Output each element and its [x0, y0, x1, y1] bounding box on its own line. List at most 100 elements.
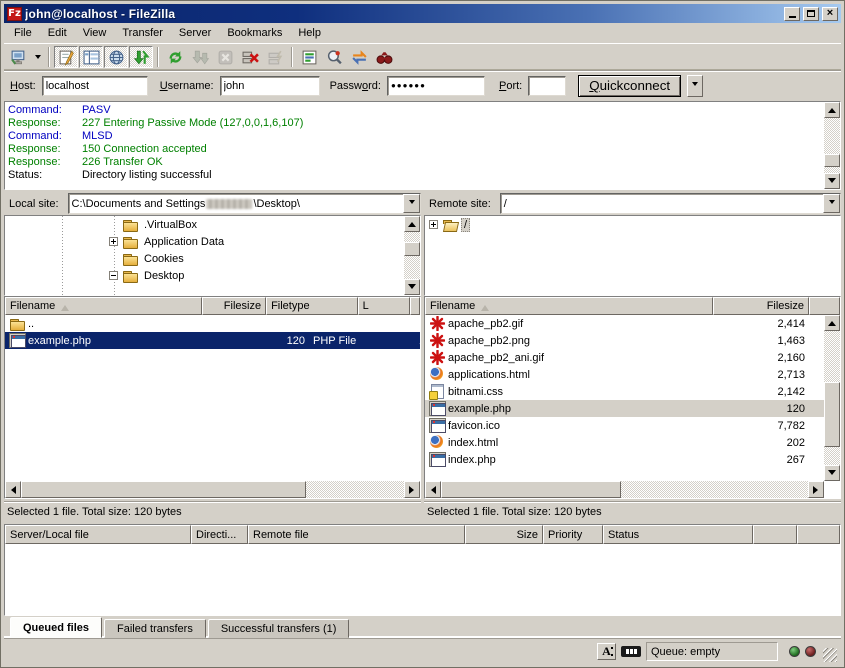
- column-header-remote-file[interactable]: Remote file: [248, 525, 465, 544]
- toggle-log-icon[interactable]: [54, 46, 78, 68]
- find-icon[interactable]: [372, 46, 396, 68]
- toggle-queue-icon[interactable]: [129, 46, 153, 68]
- column-header-filesize[interactable]: Filesize: [713, 297, 809, 315]
- tree-item-label[interactable]: Cookies: [141, 252, 187, 266]
- tree-item-label[interactable]: Application Data: [141, 235, 227, 249]
- menu-item-edit[interactable]: Edit: [40, 25, 75, 42]
- local-site-combobox[interactable]: C:\Documents and Settings\Desktop\: [68, 193, 421, 214]
- compare-icon[interactable]: [322, 46, 346, 68]
- tree-item[interactable]: .VirtualBox: [5, 216, 420, 233]
- column-header-filetype[interactable]: Filetype: [266, 297, 357, 315]
- column-header-size[interactable]: Size: [465, 525, 543, 544]
- column-header-filename[interactable]: Filename: [425, 297, 713, 315]
- password-input[interactable]: [387, 76, 485, 96]
- scrollbar-thumb[interactable]: [441, 481, 621, 498]
- column-header-filesize[interactable]: Filesize: [202, 297, 266, 315]
- data-type-indicator-icon[interactable]: A: [597, 643, 616, 660]
- file-row-..[interactable]: ..: [5, 315, 420, 332]
- tree-item[interactable]: Cookies: [5, 250, 420, 267]
- column-header-directi-[interactable]: Directi...: [191, 525, 248, 544]
- menu-item-transfer[interactable]: Transfer: [114, 25, 171, 42]
- menu-item-help[interactable]: Help: [290, 25, 329, 42]
- tree-item-label[interactable]: .VirtualBox: [141, 218, 200, 232]
- quickconnect-dropdown[interactable]: [687, 75, 703, 97]
- maximize-button[interactable]: [803, 7, 819, 21]
- menu-item-view[interactable]: View: [75, 25, 115, 42]
- expand-icon[interactable]: [109, 237, 118, 246]
- username-input[interactable]: [220, 76, 320, 96]
- reconnect-icon[interactable]: [263, 46, 287, 68]
- file-row-favicon.ico[interactable]: favicon.ico7,782: [425, 417, 824, 434]
- minimize-button[interactable]: [784, 7, 800, 21]
- sync-browse-icon[interactable]: [347, 46, 371, 68]
- file-row-example.php[interactable]: example.php120PHP File1: [5, 332, 420, 349]
- log-scrollbar[interactable]: [824, 102, 840, 189]
- combo-dropdown-icon[interactable]: [403, 194, 420, 213]
- tree-item-label[interactable]: /: [461, 218, 470, 232]
- menu-item-file[interactable]: File: [6, 25, 40, 42]
- collapse-icon[interactable]: [109, 271, 118, 280]
- menu-item-bookmarks[interactable]: Bookmarks: [219, 25, 290, 42]
- expand-icon[interactable]: [429, 220, 438, 229]
- scroll-down-icon[interactable]: [824, 465, 840, 481]
- filter-icon[interactable]: [297, 46, 321, 68]
- tab-failed-transfers[interactable]: Failed transfers: [104, 619, 206, 638]
- remote-list-scrollbar[interactable]: [824, 315, 840, 481]
- speed-limit-icon[interactable]: [621, 646, 641, 657]
- scrollbar-thumb[interactable]: [824, 154, 840, 167]
- file-row-example.php[interactable]: example.php120: [425, 400, 824, 417]
- host-input[interactable]: [42, 76, 148, 96]
- file-row-apache-pb2.png[interactable]: apache_pb2.png1,463: [425, 332, 824, 349]
- queue-body[interactable]: [5, 544, 840, 615]
- toggle-local-tree-icon[interactable]: [79, 46, 103, 68]
- tab-queued-files[interactable]: Queued files: [10, 617, 102, 638]
- scroll-up-icon[interactable]: [824, 102, 840, 118]
- scrollbar-thumb[interactable]: [404, 242, 420, 256]
- scroll-down-icon[interactable]: [824, 173, 840, 189]
- remote-site-combobox[interactable]: /: [500, 193, 841, 214]
- site-manager-icon[interactable]: [6, 46, 30, 68]
- port-input[interactable]: [528, 76, 566, 96]
- scrollbar-thumb[interactable]: [21, 481, 306, 498]
- file-row-apache-pb2.gif[interactable]: apache_pb2.gif2,414: [425, 315, 824, 332]
- scroll-left-icon[interactable]: [425, 481, 441, 498]
- title-bar[interactable]: Fz john@localhost - FileZilla ×: [4, 4, 841, 23]
- tree-item-label[interactable]: Desktop: [141, 269, 187, 283]
- quickconnect-button[interactable]: Quickconnect: [578, 75, 681, 97]
- scroll-left-icon[interactable]: [5, 481, 21, 498]
- scroll-up-icon[interactable]: [404, 216, 420, 232]
- remote-hscrollbar[interactable]: [425, 481, 824, 498]
- close-button[interactable]: ×: [822, 7, 838, 21]
- scrollbar-thumb[interactable]: [824, 382, 840, 447]
- menu-item-server[interactable]: Server: [171, 25, 219, 42]
- process-queue-icon[interactable]: [188, 46, 212, 68]
- toggle-remote-tree-icon[interactable]: [104, 46, 128, 68]
- file-row-apache-pb2-ani.gif[interactable]: apache_pb2_ani.gif2,160: [425, 349, 824, 366]
- file-row-applications.html[interactable]: applications.html2,713: [425, 366, 824, 383]
- scroll-up-icon[interactable]: [824, 315, 840, 331]
- column-header-status[interactable]: Status: [603, 525, 753, 544]
- scroll-down-icon[interactable]: [404, 279, 420, 295]
- column-header-l[interactable]: L: [358, 297, 410, 315]
- column-header-priority[interactable]: Priority: [543, 525, 603, 544]
- file-row-index.html[interactable]: index.html202: [425, 434, 824, 451]
- file-row-bitnami.css[interactable]: bitnami.css2,142: [425, 383, 824, 400]
- column-header-server-local-file[interactable]: Server/Local file: [5, 525, 191, 544]
- tree-item[interactable]: Desktop: [5, 267, 420, 284]
- local-hscrollbar[interactable]: [5, 481, 420, 498]
- file-row-index.php[interactable]: index.php267: [425, 451, 824, 468]
- local-tree-scrollbar[interactable]: [404, 216, 420, 295]
- combo-dropdown-icon[interactable]: [823, 194, 840, 213]
- tree-item[interactable]: /: [425, 216, 840, 233]
- refresh-icon[interactable]: [163, 46, 187, 68]
- scroll-right-icon[interactable]: [404, 481, 420, 498]
- tab-successful-transfers-1-[interactable]: Successful transfers (1): [208, 619, 350, 638]
- scroll-right-icon[interactable]: [808, 481, 824, 498]
- resize-grip[interactable]: [823, 648, 837, 662]
- column-header-spacer[interactable]: [753, 525, 797, 544]
- disconnect-icon[interactable]: [238, 46, 262, 68]
- site-manager-dropdown[interactable]: [31, 46, 44, 68]
- column-header-filename[interactable]: Filename: [5, 297, 202, 315]
- cancel-icon[interactable]: [213, 46, 237, 68]
- tree-item[interactable]: Application Data: [5, 233, 420, 250]
